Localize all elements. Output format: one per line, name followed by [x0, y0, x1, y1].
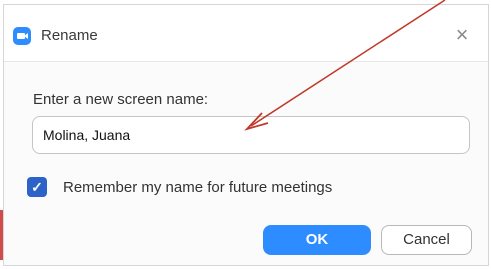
remember-name-checkbox[interactable]: ✓	[27, 177, 47, 197]
checkmark-icon: ✓	[31, 179, 43, 195]
remember-name-label[interactable]: Remember my name for future meetings	[63, 179, 332, 196]
dialog-title: Rename	[41, 27, 98, 44]
close-icon: ×	[455, 22, 469, 47]
screen-name-prompt: Enter a new screen name:	[33, 91, 209, 108]
dialog-titlebar: Rename ×	[4, 5, 488, 62]
cancel-button[interactable]: Cancel	[381, 225, 472, 255]
remember-name-row: ✓ Remember my name for future meetings	[27, 176, 332, 198]
close-button[interactable]: ×	[450, 23, 474, 47]
ok-button[interactable]: OK	[263, 225, 371, 255]
zoom-camera-icon	[13, 27, 31, 45]
screen-name-input[interactable]	[32, 116, 470, 154]
